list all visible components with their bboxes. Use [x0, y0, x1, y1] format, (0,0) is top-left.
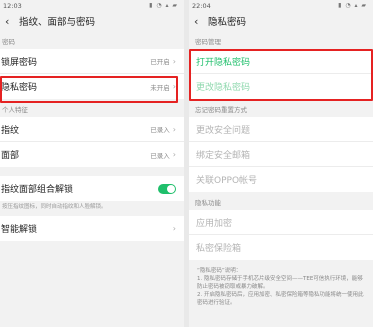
private-safe-row[interactable]: 私密保险箱 — [189, 235, 373, 260]
face-row[interactable]: 面部 已录入 › — [0, 142, 184, 167]
change-question-label: 更改安全问题 — [196, 125, 251, 136]
nav-bar: ‹ 指纹、面部与密码 — [0, 11, 184, 31]
page-title: 隐私密码 — [208, 17, 247, 28]
private-safe-label: 私密保险箱 — [196, 244, 242, 254]
section-feature-header: 隐私功能 — [195, 199, 221, 207]
back-arrow-icon[interactable]: ‹ — [194, 15, 208, 28]
status-time: 12:03 — [3, 2, 22, 10]
lock-screen-password-row[interactable]: 锁屏密码 已开启 › — [0, 49, 184, 74]
smart-unlock-row[interactable]: 智能解锁 › — [0, 216, 184, 241]
chevron-right-icon: › — [172, 150, 176, 159]
fingerprint-status: 已录入 — [150, 126, 170, 134]
smart-unlock-card: 智能解锁 › — [0, 216, 184, 242]
lock-screen-password-label: 锁屏密码 — [1, 57, 38, 68]
lock-screen-password-status: 已开启 — [150, 58, 170, 66]
combo-unlock-hint: 按压指纹图标，同时自动指纹和人脸解锁。 — [2, 204, 107, 210]
fingerprint-row[interactable]: 指纹 已录入 › — [0, 117, 184, 142]
highlight-box — [0, 76, 178, 103]
face-label: 面部 — [1, 151, 20, 161]
section-password-header: 密码 — [2, 38, 15, 46]
highlight-box — [189, 49, 373, 101]
face-status: 已录入 — [150, 151, 170, 160]
status-time: 22:04 — [192, 2, 211, 10]
change-question-row[interactable]: 更改安全问题 — [189, 117, 373, 142]
nav-bar: ‹ 隐私密码 — [189, 11, 373, 31]
section-reset-header: 忘记密码重置方式 — [195, 106, 247, 114]
personal-card: 指纹 已录入 › 面部 已录入 › — [0, 117, 184, 167]
combo-unlock-toggle[interactable] — [158, 183, 176, 194]
status-bar: 12:03 ▮ ◔ ▴ ▰ — [0, 0, 184, 11]
status-bar: 22:04 ▮ ◔ ▴ ▰ — [189, 0, 373, 11]
status-icons: ▮ ◔ ▴ ▰ — [149, 2, 178, 9]
smart-unlock-label: 智能解锁 — [1, 225, 38, 236]
app-encrypt-row[interactable]: 应用加密 — [189, 210, 373, 235]
combo-unlock-row: 指纹面部组合解锁 — [0, 176, 184, 201]
chevron-right-icon: › — [172, 124, 176, 134]
reset-card: 更改安全问题 绑定安全邮箱 关联OPPO帐号 — [189, 117, 373, 192]
status-icons: ▮ ◔ ▴ ▰ — [338, 2, 367, 9]
feature-card: 应用加密 私密保险箱 — [189, 210, 373, 260]
bind-email-row[interactable]: 绑定安全邮箱 — [189, 142, 373, 167]
bind-email-label: 绑定安全邮箱 — [196, 150, 251, 161]
oppo-account-label: 关联OPPO帐号 — [196, 176, 258, 186]
chevron-right-icon: › — [172, 224, 176, 234]
left-screen: 12:03 ▮ ◔ ▴ ▰ ‹ 指纹、面部与密码 密码 锁屏密码 已开启 › 隐私… — [0, 0, 184, 327]
back-arrow-icon[interactable]: ‹ — [5, 15, 19, 28]
page-title: 指纹、面部与密码 — [19, 17, 96, 28]
privacy-password-notes: “隐私密码”说明： 1. 隐私密码存储于手机芯片级安全空间——TEE可信执行环境… — [197, 268, 364, 306]
fingerprint-label: 指纹 — [1, 125, 20, 136]
chevron-right-icon: › — [172, 56, 176, 66]
oppo-account-row[interactable]: 关联OPPO帐号 — [189, 167, 373, 192]
section-manage-header: 密码管理 — [195, 38, 221, 46]
combo-unlock-label: 指纹面部组合解锁 — [1, 185, 74, 195]
app-encrypt-label: 应用加密 — [196, 218, 233, 229]
combo-card: 指纹面部组合解锁 — [0, 176, 184, 201]
